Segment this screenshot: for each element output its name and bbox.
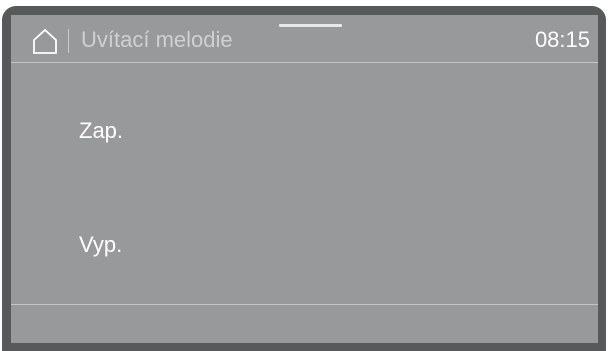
drag-handle[interactable] — [279, 24, 342, 27]
display-screen: Uvítací melodie 08:15 Zap. Vyp. — [11, 15, 598, 343]
home-button[interactable] — [32, 28, 58, 55]
home-icon — [33, 28, 57, 54]
option-off-label: Vyp. — [79, 232, 123, 257]
header-divider — [68, 29, 69, 53]
header-bar: Uvítací melodie 08:15 — [11, 15, 598, 63]
footer-divider — [11, 304, 598, 305]
option-on-label: Zap. — [79, 118, 124, 143]
page-title: Uvítací melodie — [81, 27, 233, 52]
option-off[interactable]: Vyp. — [11, 211, 598, 281]
option-on[interactable]: Zap. — [11, 97, 598, 167]
clock: 08:15 — [534, 27, 590, 52]
